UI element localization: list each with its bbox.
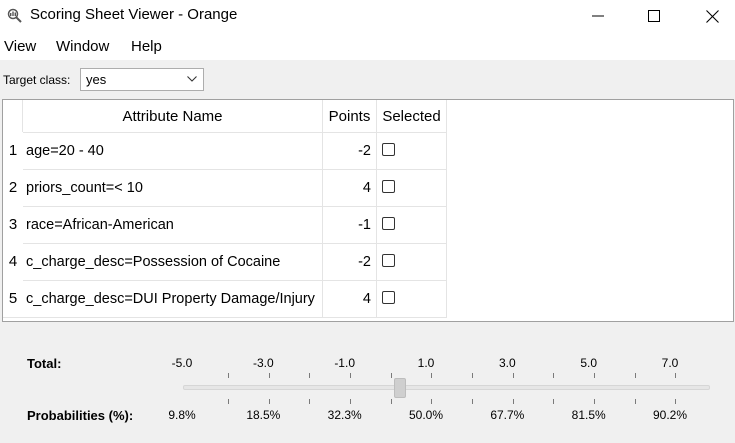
probability-tick-label: 32.3% <box>327 408 362 422</box>
row-header[interactable]: 2 <box>3 169 23 206</box>
selected-checkbox[interactable] <box>382 180 395 193</box>
slider-tick <box>350 373 351 378</box>
points-cell[interactable]: -2 <box>323 244 377 280</box>
slider-tick <box>472 373 473 378</box>
slider-tick <box>309 399 310 404</box>
minimize-icon <box>592 15 604 17</box>
probability-tick-label: 81.5% <box>571 408 606 422</box>
slider-tick <box>675 399 676 404</box>
total-tick-label: 5.0 <box>580 356 597 370</box>
total-tick-label: 1.0 <box>417 356 435 370</box>
probability-tick-label: 9.8% <box>168 408 196 422</box>
total-tick-label: -3.0 <box>252 356 274 370</box>
score-slider-track[interactable] <box>183 385 710 390</box>
header-attribute-name[interactable]: Attribute Name <box>23 100 323 132</box>
minimize-button[interactable] <box>575 0 621 32</box>
table-row[interactable]: c_charge_desc=Possession of Cocaine -2 <box>23 243 447 280</box>
total-tick-label: -5.0 <box>171 356 193 370</box>
chevron-down-icon <box>187 76 197 82</box>
slider-tick <box>635 399 636 404</box>
attribute-cell[interactable]: age=20 - 40 <box>23 133 323 169</box>
probability-tick-label: 90.2% <box>652 408 688 422</box>
orange-app-icon <box>6 7 24 25</box>
row-header[interactable]: 1 <box>3 132 23 169</box>
points-cell[interactable]: -1 <box>323 207 377 243</box>
row-header[interactable]: 5 <box>3 280 23 317</box>
target-class-label: Target class: <box>3 73 71 87</box>
attribute-cell[interactable]: race=African-American <box>23 207 323 243</box>
table-row[interactable]: age=20 - 40 -2 <box>23 132 447 169</box>
close-icon <box>705 9 719 23</box>
slider-tick <box>553 399 554 404</box>
maximize-icon <box>648 10 660 22</box>
attribute-cell[interactable]: c_charge_desc=DUI Property Damage/Injury <box>23 281 323 317</box>
slider-tick <box>472 399 473 404</box>
slider-tick <box>675 373 676 378</box>
slider-tick <box>228 373 229 378</box>
menu-window[interactable]: Window <box>56 38 109 55</box>
selected-cell <box>377 281 447 317</box>
maximize-button[interactable] <box>631 0 677 32</box>
selected-cell <box>377 207 447 243</box>
header-points[interactable]: Points <box>323 100 377 132</box>
points-cell[interactable]: 4 <box>323 281 377 317</box>
menu-view[interactable]: View <box>4 38 36 55</box>
total-tick-label: -1.0 <box>334 356 355 370</box>
probability-tick-label: 50.0% <box>408 408 444 422</box>
slider-tick <box>350 399 351 404</box>
slider-tick <box>228 399 229 404</box>
slider-tick <box>594 373 595 378</box>
selected-checkbox[interactable] <box>382 217 395 230</box>
slider-tick <box>513 399 514 404</box>
slider-tick <box>635 373 636 378</box>
score-slider-handle[interactable] <box>394 378 406 398</box>
selected-checkbox[interactable] <box>382 143 395 156</box>
total-label: Total: <box>27 356 62 371</box>
row-header[interactable]: 3 <box>3 206 23 243</box>
slider-tick <box>391 399 392 404</box>
attribute-cell[interactable]: c_charge_desc=Possession of Cocaine <box>23 244 323 280</box>
table-corner[interactable] <box>3 100 23 132</box>
title-bar: Scoring Sheet Viewer - Orange <box>0 0 735 32</box>
target-class-value: yes <box>86 72 107 87</box>
selected-checkbox[interactable] <box>382 254 395 267</box>
slider-tick <box>391 373 392 378</box>
slider-tick <box>309 373 310 378</box>
row-header[interactable]: 4 <box>3 243 23 280</box>
total-tick-label: 7.0 <box>661 356 679 370</box>
selected-cell <box>377 244 447 280</box>
attribute-cell[interactable]: priors_count=< 10 <box>23 170 323 206</box>
probabilities-label: Probabilities (%): <box>27 408 134 423</box>
slider-tick <box>553 373 554 378</box>
window-title: Scoring Sheet Viewer - Orange <box>30 6 238 23</box>
table-row[interactable]: priors_count=< 10 4 <box>23 169 447 206</box>
slider-tick <box>513 373 514 378</box>
points-cell[interactable]: 4 <box>323 170 377 206</box>
selected-checkbox[interactable] <box>382 291 395 304</box>
scoring-table: Attribute Name Points Selected 1 age=20 -… <box>2 99 734 322</box>
target-class-dropdown[interactable]: yes <box>80 68 204 91</box>
slider-tick <box>431 399 432 404</box>
close-button[interactable] <box>689 0 735 32</box>
slider-tick <box>269 373 270 378</box>
slider-tick <box>269 399 270 404</box>
selected-cell <box>377 133 447 169</box>
table-row[interactable]: c_charge_desc=DUI Property Damage/Injury… <box>23 280 447 317</box>
points-cell[interactable]: -2 <box>323 133 377 169</box>
header-selected[interactable]: Selected <box>377 100 447 132</box>
probability-tick-label: 18.5% <box>246 408 281 422</box>
slider-tick <box>594 399 595 404</box>
menu-bar: View Window Help <box>0 32 735 60</box>
total-tick-label: 3.0 <box>498 356 516 370</box>
slider-tick <box>431 373 432 378</box>
selected-cell <box>377 170 447 206</box>
probability-tick-label: 67.7% <box>490 408 525 422</box>
table-row[interactable]: race=African-American -1 <box>23 206 447 243</box>
menu-help[interactable]: Help <box>131 38 162 55</box>
